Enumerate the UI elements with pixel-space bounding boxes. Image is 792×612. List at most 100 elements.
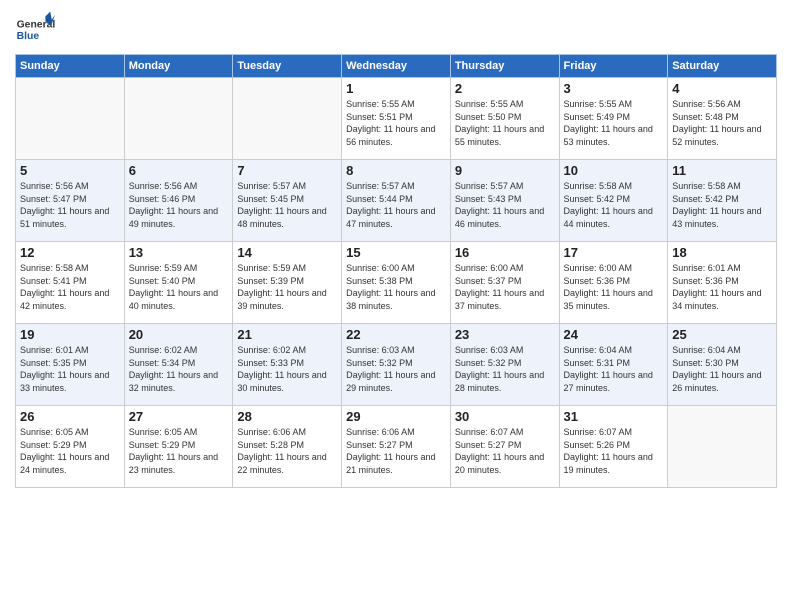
calendar-cell: 6 Sunrise: 5:56 AMSunset: 5:46 PMDaylight…: [124, 160, 233, 242]
day-info: Sunrise: 5:57 AMSunset: 5:45 PMDaylight:…: [237, 180, 337, 230]
calendar-cell: 14 Sunrise: 5:59 AMSunset: 5:39 PMDayligh…: [233, 242, 342, 324]
calendar-cell: 30 Sunrise: 6:07 AMSunset: 5:27 PMDayligh…: [450, 406, 559, 488]
calendar-cell: 8 Sunrise: 5:57 AMSunset: 5:44 PMDaylight…: [342, 160, 451, 242]
day-number: 28: [237, 409, 337, 424]
calendar-table: Sunday Monday Tuesday Wednesday Thursday…: [15, 54, 777, 488]
day-info: Sunrise: 6:04 AMSunset: 5:30 PMDaylight:…: [672, 344, 772, 394]
day-info: Sunrise: 6:07 AMSunset: 5:26 PMDaylight:…: [564, 426, 664, 476]
calendar-cell: 2 Sunrise: 5:55 AMSunset: 5:50 PMDaylight…: [450, 78, 559, 160]
day-info: Sunrise: 6:03 AMSunset: 5:32 PMDaylight:…: [346, 344, 446, 394]
col-sunday: Sunday: [16, 55, 125, 78]
calendar-header-row: Sunday Monday Tuesday Wednesday Thursday…: [16, 55, 777, 78]
day-number: 7: [237, 163, 337, 178]
day-info: Sunrise: 5:58 AMSunset: 5:41 PMDaylight:…: [20, 262, 120, 312]
day-number: 9: [455, 163, 555, 178]
calendar-cell: 23 Sunrise: 6:03 AMSunset: 5:32 PMDayligh…: [450, 324, 559, 406]
calendar-cell: 12 Sunrise: 5:58 AMSunset: 5:41 PMDayligh…: [16, 242, 125, 324]
day-number: 4: [672, 81, 772, 96]
day-number: 3: [564, 81, 664, 96]
calendar-cell: 31Sunrise: 6:07 AMSunset: 5:26 PMDayligh…: [559, 406, 668, 488]
calendar-cell: 21 Sunrise: 6:02 AMSunset: 5:33 PMDayligh…: [233, 324, 342, 406]
page: General Blue Sunday Monday Tuesday Wedne…: [0, 0, 792, 612]
calendar-cell: 3 Sunrise: 5:55 AMSunset: 5:49 PMDaylight…: [559, 78, 668, 160]
day-number: 23: [455, 327, 555, 342]
day-number: 12: [20, 245, 120, 260]
calendar-cell: 24Sunrise: 6:04 AMSunset: 5:31 PMDayligh…: [559, 324, 668, 406]
day-number: 8: [346, 163, 446, 178]
day-number: 29: [346, 409, 446, 424]
calendar-week-row: 19 Sunrise: 6:01 AMSunset: 5:35 PMDayligh…: [16, 324, 777, 406]
day-info: Sunrise: 6:03 AMSunset: 5:32 PMDaylight:…: [455, 344, 555, 394]
day-number: 22: [346, 327, 446, 342]
calendar-week-row: 12 Sunrise: 5:58 AMSunset: 5:41 PMDayligh…: [16, 242, 777, 324]
day-number: 27: [129, 409, 229, 424]
calendar-cell: 9 Sunrise: 5:57 AMSunset: 5:43 PMDaylight…: [450, 160, 559, 242]
calendar-cell: 25 Sunrise: 6:04 AMSunset: 5:30 PMDayligh…: [668, 324, 777, 406]
header: General Blue: [15, 10, 777, 50]
day-info: Sunrise: 6:07 AMSunset: 5:27 PMDaylight:…: [455, 426, 555, 476]
day-info: Sunrise: 6:02 AMSunset: 5:34 PMDaylight:…: [129, 344, 229, 394]
calendar-cell: 16Sunrise: 6:00 AMSunset: 5:37 PMDayligh…: [450, 242, 559, 324]
calendar-cell: 7 Sunrise: 5:57 AMSunset: 5:45 PMDaylight…: [233, 160, 342, 242]
calendar-cell: 10Sunrise: 5:58 AMSunset: 5:42 PMDayligh…: [559, 160, 668, 242]
day-number: 6: [129, 163, 229, 178]
day-info: Sunrise: 5:55 AMSunset: 5:50 PMDaylight:…: [455, 98, 555, 148]
day-info: Sunrise: 5:55 AMSunset: 5:51 PMDaylight:…: [346, 98, 446, 148]
day-number: 5: [20, 163, 120, 178]
calendar-cell: 11Sunrise: 5:58 AMSunset: 5:42 PMDayligh…: [668, 160, 777, 242]
day-info: Sunrise: 5:56 AMSunset: 5:46 PMDaylight:…: [129, 180, 229, 230]
calendar-cell: 26 Sunrise: 6:05 AMSunset: 5:29 PMDayligh…: [16, 406, 125, 488]
day-info: Sunrise: 6:00 AMSunset: 5:38 PMDaylight:…: [346, 262, 446, 312]
day-info: Sunrise: 6:00 AMSunset: 5:36 PMDaylight:…: [564, 262, 664, 312]
col-wednesday: Wednesday: [342, 55, 451, 78]
day-number: 10: [564, 163, 664, 178]
calendar-cell: 15 Sunrise: 6:00 AMSunset: 5:38 PMDayligh…: [342, 242, 451, 324]
day-info: Sunrise: 5:57 AMSunset: 5:43 PMDaylight:…: [455, 180, 555, 230]
day-info: Sunrise: 5:55 AMSunset: 5:49 PMDaylight:…: [564, 98, 664, 148]
day-number: 18: [672, 245, 772, 260]
col-tuesday: Tuesday: [233, 55, 342, 78]
day-number: 1: [346, 81, 446, 96]
day-number: 30: [455, 409, 555, 424]
day-number: 11: [672, 163, 772, 178]
day-number: 14: [237, 245, 337, 260]
svg-text:Blue: Blue: [17, 31, 40, 42]
day-info: Sunrise: 6:06 AMSunset: 5:27 PMDaylight:…: [346, 426, 446, 476]
logo: General Blue: [15, 10, 55, 50]
calendar-cell: 19 Sunrise: 6:01 AMSunset: 5:35 PMDayligh…: [16, 324, 125, 406]
day-info: Sunrise: 6:01 AMSunset: 5:35 PMDaylight:…: [20, 344, 120, 394]
calendar-cell: 29 Sunrise: 6:06 AMSunset: 5:27 PMDayligh…: [342, 406, 451, 488]
day-number: 26: [20, 409, 120, 424]
day-number: 21: [237, 327, 337, 342]
day-info: Sunrise: 6:06 AMSunset: 5:28 PMDaylight:…: [237, 426, 337, 476]
day-number: 16: [455, 245, 555, 260]
day-info: Sunrise: 5:57 AMSunset: 5:44 PMDaylight:…: [346, 180, 446, 230]
day-number: 25: [672, 327, 772, 342]
calendar-cell: 28 Sunrise: 6:06 AMSunset: 5:28 PMDayligh…: [233, 406, 342, 488]
col-saturday: Saturday: [668, 55, 777, 78]
day-info: Sunrise: 6:02 AMSunset: 5:33 PMDaylight:…: [237, 344, 337, 394]
calendar-cell: 27Sunrise: 6:05 AMSunset: 5:29 PMDayligh…: [124, 406, 233, 488]
day-info: Sunrise: 5:59 AMSunset: 5:40 PMDaylight:…: [129, 262, 229, 312]
col-thursday: Thursday: [450, 55, 559, 78]
day-info: Sunrise: 5:56 AMSunset: 5:48 PMDaylight:…: [672, 98, 772, 148]
day-number: 2: [455, 81, 555, 96]
day-number: 15: [346, 245, 446, 260]
day-info: Sunrise: 6:01 AMSunset: 5:36 PMDaylight:…: [672, 262, 772, 312]
col-monday: Monday: [124, 55, 233, 78]
day-info: Sunrise: 5:59 AMSunset: 5:39 PMDaylight:…: [237, 262, 337, 312]
day-info: Sunrise: 5:56 AMSunset: 5:47 PMDaylight:…: [20, 180, 120, 230]
calendar-cell: 4 Sunrise: 5:56 AMSunset: 5:48 PMDaylight…: [668, 78, 777, 160]
day-number: 19: [20, 327, 120, 342]
calendar-cell: 5 Sunrise: 5:56 AMSunset: 5:47 PMDaylight…: [16, 160, 125, 242]
calendar-cell: 20Sunrise: 6:02 AMSunset: 5:34 PMDayligh…: [124, 324, 233, 406]
calendar-cell: 17Sunrise: 6:00 AMSunset: 5:36 PMDayligh…: [559, 242, 668, 324]
day-number: 24: [564, 327, 664, 342]
col-friday: Friday: [559, 55, 668, 78]
calendar-cell: 22 Sunrise: 6:03 AMSunset: 5:32 PMDayligh…: [342, 324, 451, 406]
day-number: 13: [129, 245, 229, 260]
calendar-cell: 18 Sunrise: 6:01 AMSunset: 5:36 PMDayligh…: [668, 242, 777, 324]
calendar-cell: [233, 78, 342, 160]
logo-icon: General Blue: [15, 10, 55, 50]
day-info: Sunrise: 6:05 AMSunset: 5:29 PMDaylight:…: [20, 426, 120, 476]
